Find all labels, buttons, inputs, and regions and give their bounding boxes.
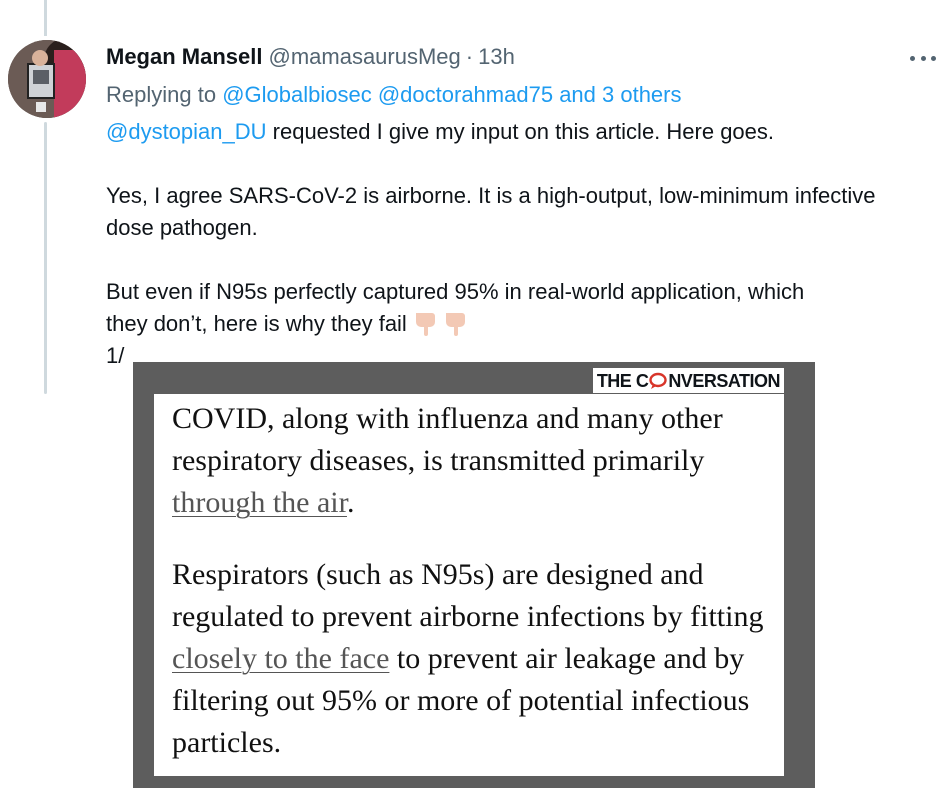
logo-text-part-1: THE C	[596, 371, 649, 391]
tweet-paragraph-3-text: they don’t, here is why they fail	[106, 311, 407, 336]
more-options-icon[interactable]	[910, 48, 936, 68]
thread-line-top	[44, 0, 47, 36]
tweet-paragraph-3-line-2: they don’t, here is why they fail	[106, 308, 926, 340]
article-excerpt: COVID, along with influenza and many oth…	[154, 394, 784, 776]
article-paragraph-2-text: Respirators (such as N95s) are designed …	[172, 558, 764, 633]
author-handle[interactable]: @mamasaurusMeg	[268, 44, 460, 70]
article-paragraph-1: COVID, along with influenza and many oth…	[172, 398, 766, 524]
logo-text-part-2: NVERSATION	[668, 371, 780, 391]
pointing-down-icon	[415, 313, 435, 336]
timestamp[interactable]: 13h	[478, 44, 515, 70]
replying-to-label: Replying to	[106, 82, 223, 107]
thread-line	[44, 122, 47, 394]
article-paragraph-1-end: .	[346, 486, 355, 519]
tweet-paragraph-2: Yes, I agree SARS-CoV-2 is airborne. It …	[106, 183, 876, 240]
pointing-down-icon	[445, 313, 465, 336]
reply-mention-others[interactable]: and 3 others	[559, 82, 681, 107]
avatar-image	[8, 40, 86, 118]
article-paragraph-2: Respirators (such as N95s) are designed …	[172, 554, 766, 764]
attached-image[interactable]: THE C NVERSATION COVID, along with influ…	[133, 362, 815, 788]
reply-mention-globalbiosec[interactable]: @Globalbiosec	[222, 82, 372, 107]
reply-mention-doctorahmad75[interactable]: @doctorahmad75	[378, 82, 553, 107]
separator-dot: ·	[465, 44, 474, 69]
article-link-through-the-air: through the air	[172, 486, 347, 519]
tweet-line-1-text: requested I give my input on this articl…	[266, 119, 775, 144]
article-paragraph-1-text: COVID, along with influenza and many oth…	[172, 402, 723, 477]
mention-dystopian-du[interactable]: @dystopian_DU	[106, 119, 267, 144]
tweet-paragraph-3-line-1: But even if N95s perfectly captured 95% …	[106, 279, 805, 304]
tweet-text: @dystopian_DU requested I give my input …	[106, 116, 926, 372]
the-conversation-logo: THE C NVERSATION	[592, 368, 784, 393]
speech-bubble-icon	[649, 372, 668, 390]
avatar[interactable]	[8, 40, 86, 118]
replying-to-line: Replying to @Globalbiosec @doctorahmad75…	[106, 82, 682, 108]
article-link-closely-to-the-face: closely to the face	[172, 642, 390, 675]
author-name[interactable]: Megan Mansell	[106, 44, 262, 70]
tweet-header: Megan Mansell @mamasaurusMeg · 13h	[106, 44, 920, 76]
tweet-line-1: @dystopian_DU requested I give my input …	[106, 116, 926, 148]
